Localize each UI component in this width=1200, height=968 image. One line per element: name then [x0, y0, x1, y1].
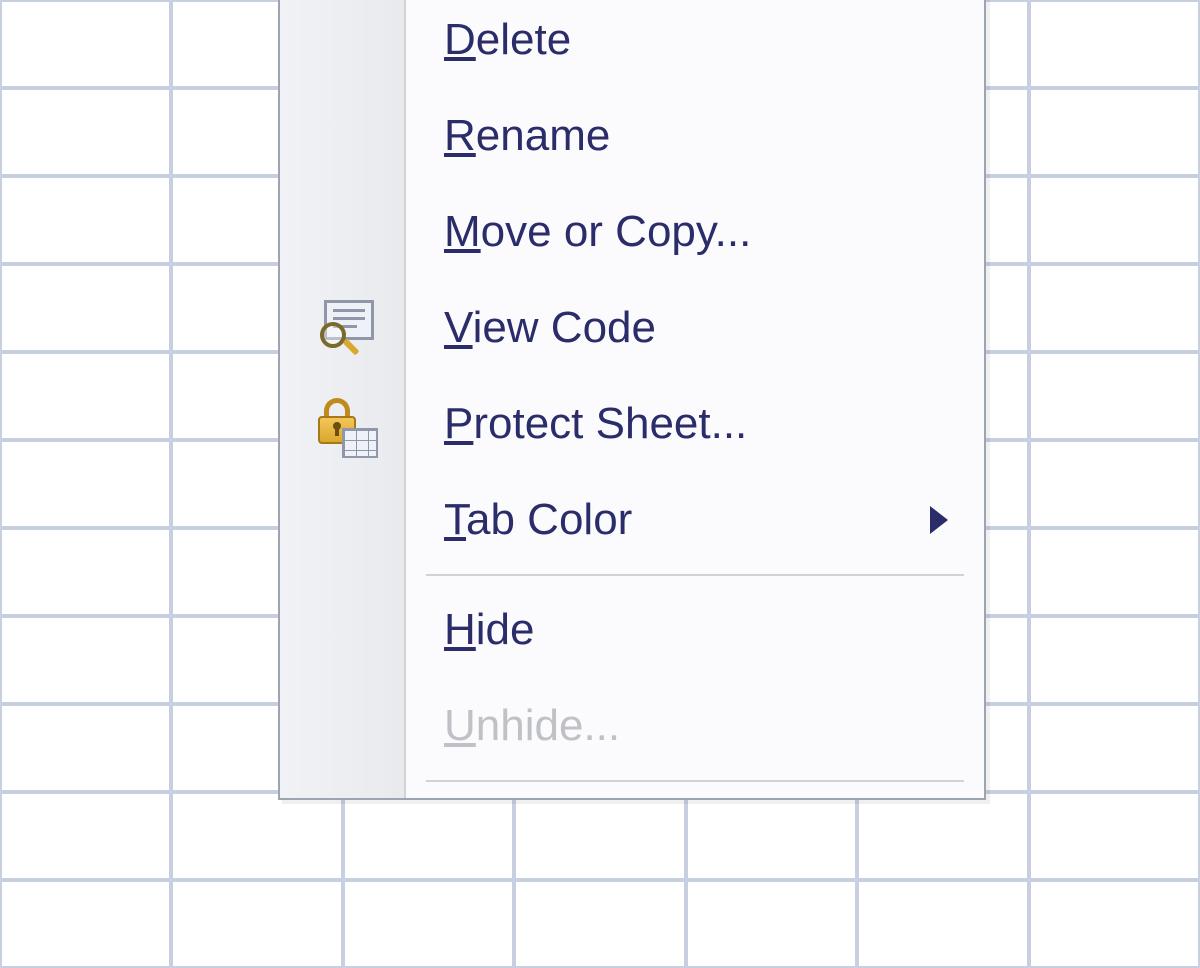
cell[interactable] [171, 880, 342, 968]
cell[interactable] [1029, 352, 1200, 440]
menu-item-unhide: Unhide... [406, 678, 984, 774]
cell[interactable] [0, 616, 171, 704]
cell[interactable] [0, 792, 171, 880]
cell[interactable] [686, 880, 857, 968]
cell[interactable] [0, 264, 171, 352]
menu-item-label: Tab Color [444, 495, 632, 545]
cell[interactable] [1029, 264, 1200, 352]
cell[interactable] [343, 792, 514, 880]
menu-item-label: View Code [444, 303, 656, 353]
cell[interactable] [0, 88, 171, 176]
cell[interactable] [1029, 88, 1200, 176]
cell[interactable] [1029, 176, 1200, 264]
cell[interactable] [1029, 704, 1200, 792]
cell[interactable] [343, 880, 514, 968]
cell[interactable] [171, 792, 342, 880]
cell[interactable] [0, 0, 171, 88]
sheet-tab-context-menu: Delete Rename Move or Copy... View Code … [278, 0, 986, 800]
menu-item-hide[interactable]: Hide [406, 582, 984, 678]
submenu-arrow-icon [930, 506, 948, 534]
cell[interactable] [0, 352, 171, 440]
menu-item-label: Unhide... [444, 701, 620, 751]
cell[interactable] [0, 704, 171, 792]
menu-item-label: Hide [444, 605, 535, 655]
menu-icon-gutter [280, 0, 406, 798]
cell[interactable] [1029, 528, 1200, 616]
cell[interactable] [1029, 616, 1200, 704]
cell[interactable] [857, 880, 1028, 968]
cell[interactable] [0, 440, 171, 528]
menu-item-label: Rename [444, 111, 610, 161]
cell[interactable] [1029, 880, 1200, 968]
menu-item-rename[interactable]: Rename [406, 88, 984, 184]
menu-item-protect-sheet[interactable]: Protect Sheet... [406, 376, 984, 472]
view-code-icon [318, 300, 380, 362]
cell[interactable] [0, 176, 171, 264]
cell[interactable] [514, 792, 685, 880]
cell[interactable] [0, 880, 171, 968]
cell[interactable] [0, 528, 171, 616]
cell[interactable] [1029, 440, 1200, 528]
menu-separator [426, 780, 964, 782]
menu-item-label: Delete [444, 15, 571, 65]
cell[interactable] [514, 880, 685, 968]
menu-item-move-or-copy[interactable]: Move or Copy... [406, 184, 984, 280]
menu-separator [426, 574, 964, 576]
menu-item-label: Move or Copy... [444, 207, 751, 257]
menu-items: Delete Rename Move or Copy... View Code … [406, 0, 984, 798]
menu-item-label: Protect Sheet... [444, 399, 747, 449]
menu-item-view-code[interactable]: View Code [406, 280, 984, 376]
cell[interactable] [686, 792, 857, 880]
cell[interactable] [857, 792, 1028, 880]
cell[interactable] [1029, 792, 1200, 880]
menu-item-tab-color[interactable]: Tab Color [406, 472, 984, 568]
protect-sheet-icon [318, 398, 380, 460]
menu-item-delete[interactable]: Delete [406, 0, 984, 88]
cell[interactable] [1029, 0, 1200, 88]
